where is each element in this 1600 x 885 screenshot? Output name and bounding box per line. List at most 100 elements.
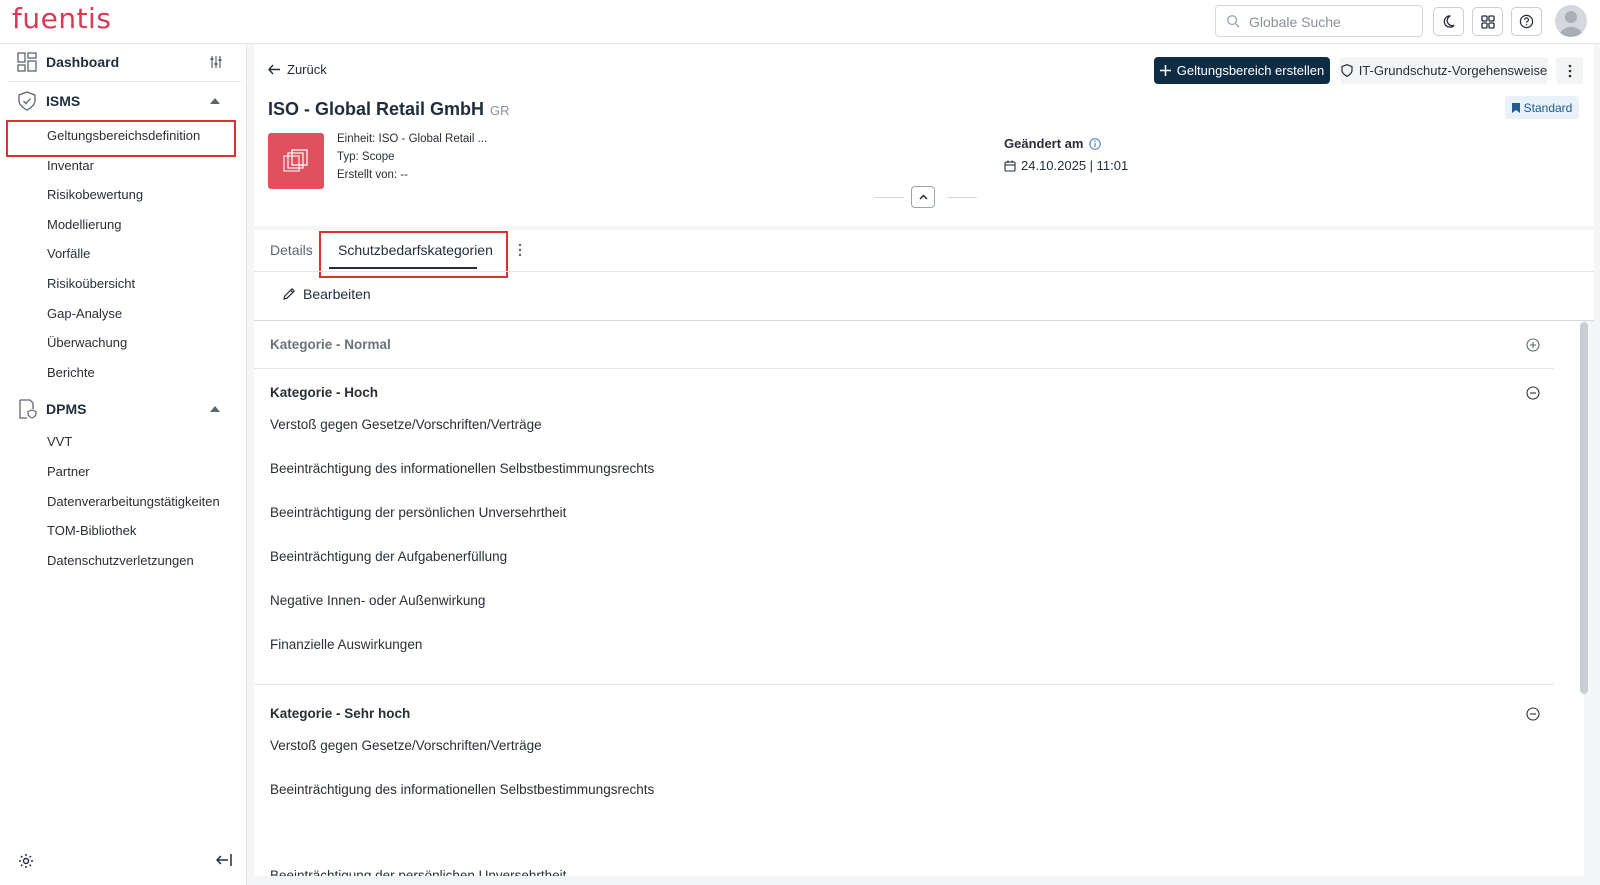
changed-label: Geändert am — [1004, 136, 1102, 151]
category-divider — [254, 368, 1554, 369]
sidebar-label-isms: ISMS — [46, 93, 81, 109]
document-shield-icon — [19, 399, 37, 419]
changed-value-text: 24.10.2025 | 11:01 — [1021, 158, 1129, 173]
sidebar-label-dashboard: Dashboard — [46, 54, 120, 70]
back-label: Zurück — [287, 62, 327, 77]
sidebar-item-datenverarbeitungstaetigkeiten[interactable]: Datenverarbeitungstätigkeiten — [47, 494, 220, 509]
help-icon — [1519, 14, 1534, 29]
title-suffix: GR — [490, 103, 510, 118]
bookmark-icon — [1511, 102, 1520, 113]
layers-icon — [283, 149, 308, 172]
content-scrollbar[interactable] — [1580, 322, 1588, 694]
moon-icon — [1443, 15, 1455, 28]
global-search[interactable]: Globale Suche — [1215, 5, 1423, 37]
shield-icon — [1341, 64, 1353, 77]
sidebar-item-dashboard[interactable]: Dashboard — [0, 45, 247, 79]
category-item: Beeinträchtigung der Aufgabenerfüllung — [270, 549, 508, 564]
it-grundschutz-label: IT-Grundschutz-Vorgehensweise — [1358, 63, 1548, 78]
top-bar: fuentis Globale Suche — [0, 0, 1600, 44]
collapse-icon[interactable] — [1526, 707, 1540, 721]
user-icon — [1560, 11, 1582, 37]
category-header-normal[interactable]: Kategorie - Normal — [270, 337, 391, 352]
collapse-sidebar-icon[interactable] — [216, 853, 232, 867]
sidebar-group-isms[interactable]: ISMS — [0, 84, 247, 118]
collapse-divider — [874, 197, 904, 198]
sidebar-group-dpms[interactable]: DPMS — [0, 392, 247, 426]
collapse-header-button[interactable] — [911, 186, 935, 208]
category-divider — [254, 684, 1554, 685]
it-grundschutz-button[interactable]: IT-Grundschutz-Vorgehensweise — [1340, 57, 1548, 84]
sidebar-label-dpms: DPMS — [46, 401, 87, 417]
shield-icon — [18, 91, 36, 111]
categories-panel: Kategorie - Normal Kategorie - Hoch Vers… — [254, 321, 1584, 876]
edit-button[interactable]: Bearbeiten — [282, 286, 371, 302]
changed-label-text: Geändert am — [1004, 136, 1084, 151]
sidebar-item-risikouebersicht[interactable]: Risikoübersicht — [47, 276, 135, 291]
sidebar-item-vvt[interactable]: VVT — [47, 434, 72, 449]
kebab-icon — [1568, 64, 1571, 77]
tab-details[interactable]: Details — [270, 242, 313, 258]
category-item: Negative Innen- oder Außenwirkung — [270, 593, 486, 608]
page-title: ISO - Global Retail GmbH GR — [268, 99, 510, 120]
sidebar-item-partner[interactable]: Partner — [47, 464, 90, 479]
create-scope-label: Geltungsbereich erstellen — [1176, 63, 1325, 78]
app-logo[interactable]: fuentis — [12, 2, 111, 35]
more-actions-button[interactable] — [1556, 57, 1583, 84]
meta-einheit: Einheit: ISO - Global Retail ... — [337, 133, 488, 145]
search-input[interactable]: Globale Suche — [1249, 14, 1341, 30]
sliders-icon[interactable] — [210, 55, 222, 69]
sidebar-item-risikobewertung[interactable]: Risikobewertung — [47, 187, 143, 202]
sidebar-divider — [8, 81, 241, 82]
meta-typ: Typ: Scope — [337, 151, 395, 163]
expand-icon[interactable] — [1526, 338, 1540, 352]
chevron-up-icon[interactable] — [210, 406, 220, 412]
sidebar-item-gap-analyse[interactable]: Gap-Analyse — [47, 306, 122, 321]
chevron-up-icon[interactable] — [210, 98, 220, 104]
category-item: Beeinträchtigung des informationellen Se… — [270, 782, 655, 797]
category-item: Verstoß gegen Gesetze/Vorschriften/Vertr… — [270, 417, 542, 432]
standard-badge: Standard — [1505, 96, 1579, 119]
edit-label: Bearbeiten — [303, 286, 371, 302]
sidebar-item-datenschutzverletzungen[interactable]: Datenschutzverletzungen — [47, 553, 194, 568]
category-item: Beeinträchtigung der persönlichen Unvers… — [270, 505, 567, 520]
category-header-sehr-hoch[interactable]: Kategorie - Sehr hoch — [270, 706, 410, 721]
grid-icon — [1480, 14, 1495, 29]
category-item: Beeinträchtigung der persönlichen Unvers… — [270, 868, 567, 876]
sidebar-item-berichte[interactable]: Berichte — [47, 365, 95, 380]
changed-value: 24.10.2025 | 11:01 — [1004, 158, 1128, 173]
sidebar-item-vorfaelle[interactable]: Vorfälle — [47, 246, 90, 261]
sidebar-item-tom-bibliothek[interactable]: TOM-Bibliothek — [47, 523, 136, 538]
meta-erstellt: Erstellt von: -- — [337, 169, 408, 181]
main-area: Zurück Geltungsbereich erstellen IT-Grun… — [254, 44, 1594, 885]
arrow-left-icon — [268, 64, 280, 75]
help-button[interactable] — [1511, 7, 1542, 36]
tabs-divider — [254, 271, 1594, 272]
calendar-icon — [1004, 160, 1016, 172]
back-link[interactable]: Zurück — [268, 62, 327, 77]
apps-button[interactable] — [1472, 7, 1503, 36]
tab-more-icon[interactable] — [518, 243, 522, 257]
entity-header: Zurück Geltungsbereich erstellen IT-Grun… — [254, 44, 1594, 226]
info-icon[interactable] — [1089, 137, 1102, 150]
dashboard-icon — [17, 52, 37, 72]
page-title-text: ISO - Global Retail GmbH — [268, 99, 485, 119]
gear-icon[interactable] — [18, 853, 34, 869]
sidebar-item-modellierung[interactable]: Modellierung — [47, 217, 121, 232]
standard-badge-label: Standard — [1523, 100, 1573, 115]
category-item: Beeinträchtigung des informationellen Se… — [270, 461, 655, 476]
chevron-up-icon — [918, 194, 928, 200]
create-scope-button[interactable]: Geltungsbereich erstellen — [1154, 57, 1330, 84]
dark-mode-button[interactable] — [1433, 7, 1464, 36]
category-header-hoch[interactable]: Kategorie - Hoch — [270, 385, 378, 400]
sidebar-item-ueberwachung[interactable]: Überwachung — [47, 335, 127, 350]
collapse-divider — [947, 197, 977, 198]
category-item: Verstoß gegen Gesetze/Vorschriften/Vertr… — [270, 738, 542, 753]
sidebar: Dashboard ISMS Geltungsbereichsdefinitio… — [0, 44, 247, 885]
sidebar-item-inventar[interactable]: Inventar — [47, 158, 94, 173]
tabs-area: Details Schutzbedarfskategorien Bearbeit… — [254, 230, 1594, 321]
collapse-icon[interactable] — [1526, 386, 1540, 400]
plus-icon — [1159, 65, 1171, 76]
highlight-box — [6, 120, 236, 157]
user-avatar[interactable] — [1555, 5, 1587, 37]
category-item: Finanzielle Auswirkungen — [270, 637, 423, 652]
